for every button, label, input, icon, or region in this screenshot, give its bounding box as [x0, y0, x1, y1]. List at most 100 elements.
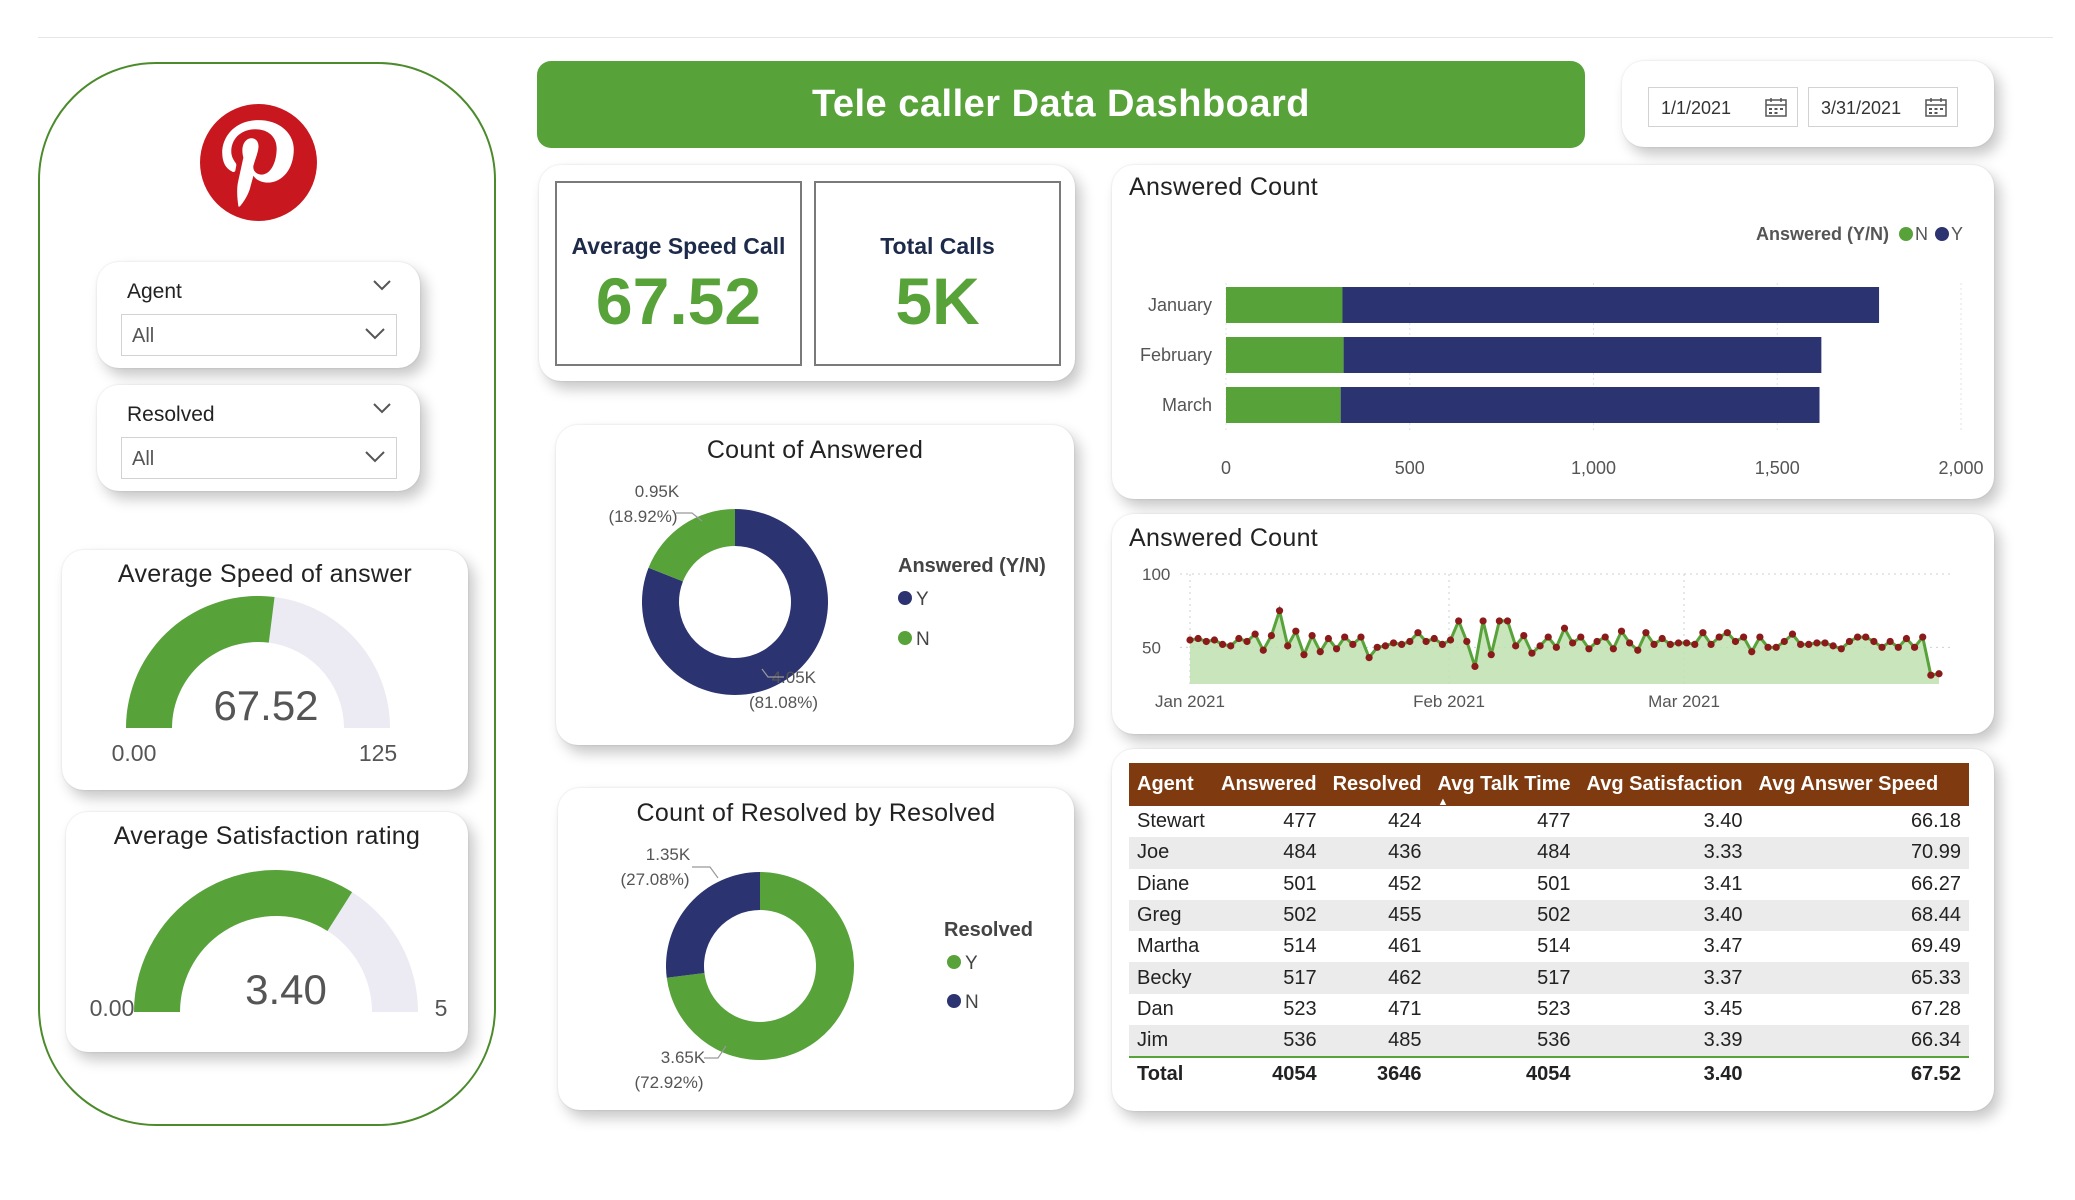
bar-january-n — [1226, 287, 1343, 323]
answered-trend-card: Answered Count 100 50 Jan 2021 Feb 2021 Mar… — [1112, 514, 1994, 734]
data-point — [1202, 637, 1210, 646]
table-cell: Stewart — [1137, 810, 1205, 833]
kpi-label: Average Speed Call — [571, 233, 786, 259]
table-cell: 462 — [1324, 962, 1430, 994]
resolved-dropdown[interactable]: All — [121, 437, 397, 479]
legend-marker-y — [1935, 227, 1949, 241]
y-tick-label: 50 — [1142, 638, 1161, 657]
column-header-answered[interactable]: Answered — [1213, 763, 1325, 806]
calendar-icon[interactable] — [1765, 97, 1787, 117]
data-point — [1707, 640, 1715, 648]
x-tick-label: 500 — [1395, 458, 1425, 478]
data-point — [1813, 639, 1821, 647]
legend-marker-n — [947, 994, 961, 1008]
kpi-label: Total Calls — [880, 233, 995, 259]
calendar-icon[interactable] — [1925, 97, 1947, 117]
end-date-input[interactable]: 3/31/2021 — [1808, 87, 1958, 127]
answered-donut-card: Count of Answered 0.95K (18.92%) 4.05K (… — [556, 425, 1074, 745]
date-range-slicer: 1/1/2021 3/31/2021 — [1622, 61, 1994, 147]
data-point — [1357, 633, 1365, 641]
kpi-value: 67.52 — [595, 264, 762, 338]
table-cell: 517 — [1429, 962, 1579, 994]
collapse-chevron-icon[interactable] — [372, 401, 392, 415]
answered-bar-chart: Answered (Y/N) N Y JanuaryFebruaryMarch … — [1140, 224, 1984, 478]
agent-dropdown[interactable]: All — [121, 314, 397, 356]
data-point — [1780, 637, 1788, 646]
chevron-down-icon — [365, 328, 385, 340]
top-divider — [38, 37, 2053, 38]
table-row[interactable]: Becky 517 462 517 3.37 65.33 — [1129, 962, 1969, 994]
data-point — [1275, 607, 1284, 615]
column-header-avg-satisfaction[interactable]: Avg Satisfaction — [1578, 763, 1751, 806]
table-cell: Diane — [1137, 872, 1190, 895]
table-cell: 65.33 — [1750, 962, 1969, 994]
x-tick-label: Mar 2021 — [1648, 692, 1720, 711]
slice-label-n: 1.35K — [646, 845, 691, 864]
slice-pct-n: (18.92%) — [609, 507, 678, 526]
total-cell: 67.52 — [1750, 1056, 1969, 1090]
table-row[interactable]: Martha 514 461 514 3.47 69.49 — [1129, 931, 1969, 962]
total-cell: 3646 — [1324, 1056, 1430, 1090]
data-point — [1585, 645, 1593, 653]
table-cell: 514 — [1537, 935, 1571, 958]
column-header-avg-answer-speed[interactable]: Avg Answer Speed — [1750, 763, 1969, 806]
data-point — [1487, 651, 1495, 659]
data-point — [1617, 627, 1626, 635]
table-cell: 536 — [1213, 1025, 1325, 1058]
start-date-input[interactable]: 1/1/2021 — [1648, 87, 1798, 127]
data-point — [1503, 617, 1512, 625]
data-point — [1259, 646, 1267, 654]
data-point — [1414, 629, 1422, 637]
collapse-chevron-icon[interactable] — [372, 278, 392, 292]
data-point — [1218, 640, 1227, 648]
table-cell: 69.49 — [1910, 935, 1961, 958]
table-row[interactable]: Stewart 477 424 477 3.40 66.18 — [1129, 806, 1969, 837]
data-point — [1748, 648, 1756, 656]
category-label: February — [1140, 345, 1212, 365]
table-cell: 3.37 — [1578, 962, 1751, 994]
data-point — [1430, 634, 1438, 643]
table-row[interactable]: Diane 501 452 501 3.41 66.27 — [1129, 869, 1969, 900]
data-point — [1243, 637, 1251, 646]
data-point — [1634, 646, 1642, 654]
table-cell: 3.40 — [1703, 810, 1743, 833]
agent-slicer: Agent All — [97, 262, 420, 368]
column-header-resolved[interactable]: Resolved — [1324, 763, 1430, 806]
data-point — [1406, 637, 1414, 646]
gauge-min: 0.00 — [112, 740, 157, 766]
data-point — [1284, 642, 1292, 650]
table-cell: 66.34 — [1750, 1025, 1969, 1058]
satisfaction-gauge-card: Average Satisfaction rating 3.40 0.00 5 — [66, 812, 468, 1052]
table-cell: 3.33 — [1578, 837, 1751, 869]
data-point — [1455, 617, 1463, 625]
table-row[interactable]: Dan 523 471 523 3.45 67.28 — [1129, 994, 1969, 1025]
gauge-max: 125 — [359, 740, 397, 766]
data-point — [1308, 632, 1316, 640]
data-point — [1520, 632, 1528, 640]
data-point — [1227, 642, 1235, 650]
data-point — [1772, 643, 1780, 651]
table-cell: 3.39 — [1578, 1025, 1751, 1058]
data-point — [1691, 640, 1699, 648]
resolved-dropdown-value: All — [132, 448, 155, 470]
category-label: March — [1162, 395, 1212, 415]
data-point — [1756, 633, 1764, 641]
speed-gauge: 67.52 0.00 125 — [112, 596, 397, 766]
table-cell: Greg — [1129, 899, 1213, 932]
data-point — [1528, 649, 1536, 657]
x-tick-label: Jan 2021 — [1155, 692, 1225, 711]
table-cell: 501 — [1537, 872, 1571, 895]
table-row[interactable]: Joe 484 436 484 3.33 70.99 — [1129, 837, 1969, 869]
table-cell: 523 — [1283, 997, 1317, 1020]
table-row[interactable]: Jim 536 485 536 3.39 66.34 — [1129, 1025, 1969, 1058]
data-point — [1341, 633, 1349, 641]
column-header-avg-talk-time[interactable]: Avg Talk Time ▲ — [1429, 763, 1579, 808]
slice-pct-n: (27.08%) — [621, 870, 690, 889]
table-cell: 3.40 — [1578, 899, 1751, 932]
data-point — [1569, 639, 1577, 647]
data-point — [1186, 636, 1194, 644]
x-tick-label: 1,500 — [1755, 458, 1800, 478]
speed-gauge-card: Average Speed of answer 67.52 0.00 125 — [62, 550, 468, 790]
column-header-agent[interactable]: Agent — [1129, 763, 1213, 806]
table-row[interactable]: Greg 502 455 502 3.40 68.44 — [1129, 899, 1969, 932]
